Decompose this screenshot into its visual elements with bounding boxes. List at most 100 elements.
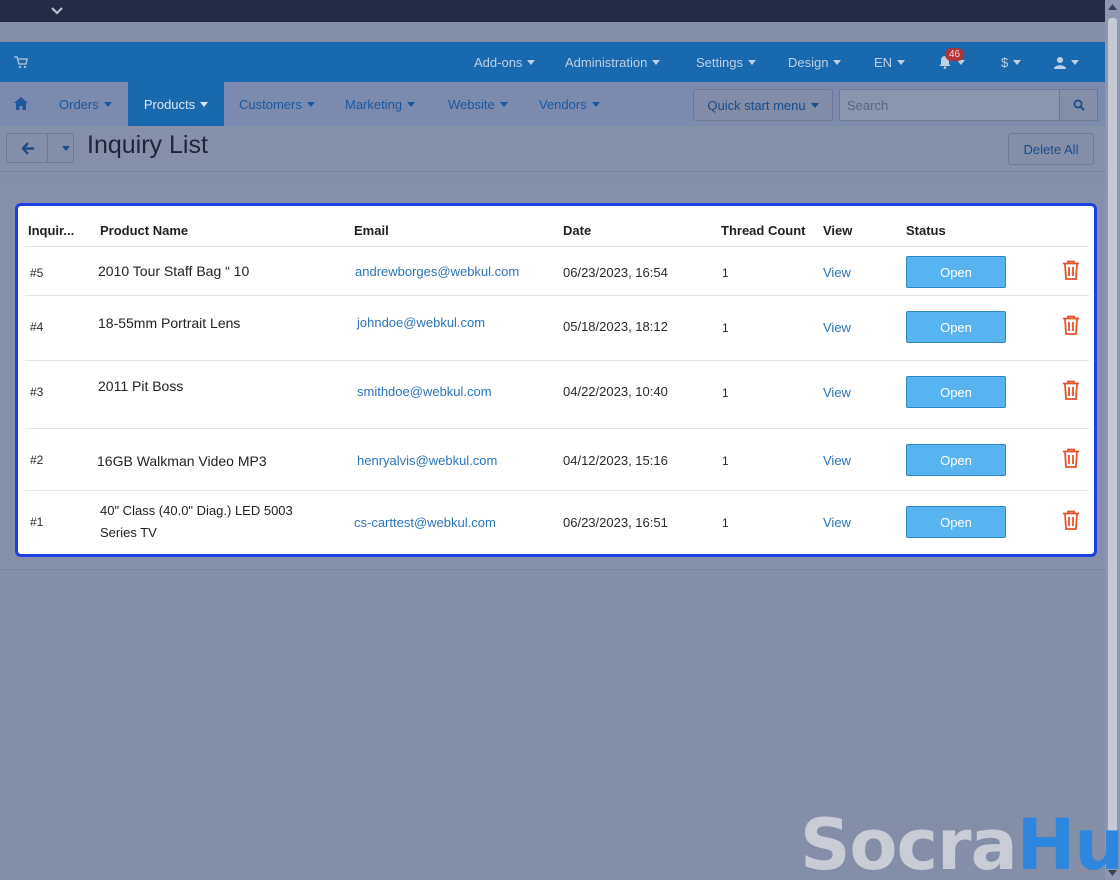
menu-language-label: EN	[874, 54, 893, 70]
divider	[47, 134, 48, 162]
thread-count: 1	[722, 266, 729, 280]
nav-products-label: Products	[143, 96, 196, 112]
search-button[interactable]	[1059, 89, 1098, 121]
col-header-status[interactable]: Status	[906, 223, 946, 238]
nav-customers[interactable]: Customers	[239, 82, 315, 126]
search-input[interactable]: Search	[839, 89, 1060, 121]
watermark-logo: SocraHub	[800, 805, 1120, 880]
nav-customers-label: Customers	[239, 96, 302, 112]
scroll-up-icon[interactable]	[1108, 3, 1117, 11]
divider	[25, 360, 1089, 361]
inquiry-id: #1	[30, 515, 44, 529]
status-open-button[interactable]: Open	[906, 506, 1006, 538]
cart-icon[interactable]	[14, 55, 28, 69]
inquiry-id: #4	[30, 320, 44, 334]
trash-icon[interactable]	[1062, 510, 1080, 530]
home-icon[interactable]	[14, 97, 28, 110]
trash-icon[interactable]	[1062, 448, 1080, 468]
back-button-group[interactable]	[6, 133, 74, 163]
menu-settings[interactable]: Settings	[696, 42, 756, 82]
menu-administration[interactable]: Administration	[565, 42, 661, 82]
delete-all-button[interactable]: Delete All	[1008, 133, 1094, 165]
view-link[interactable]: View	[823, 515, 851, 530]
inquiry-date: 06/23/2023, 16:51	[563, 515, 668, 530]
inquiry-date: 06/23/2023, 16:54	[563, 265, 668, 280]
thread-count: 1	[722, 454, 729, 468]
scrollbar-thumb[interactable]	[1108, 18, 1117, 838]
trash-icon[interactable]	[1062, 260, 1080, 280]
product-name: 2010 Tour Staff Bag “ 10	[98, 263, 250, 279]
view-link[interactable]: View	[823, 385, 851, 400]
chevron-down-icon[interactable]	[62, 146, 70, 151]
menu-language[interactable]: EN	[874, 42, 906, 82]
menu-addons-label: Add-ons	[474, 54, 523, 70]
watermark-part2: Hub	[1016, 804, 1120, 880]
view-link[interactable]: View	[823, 320, 851, 335]
menu-currency[interactable]: $	[1001, 42, 1022, 82]
trash-icon[interactable]	[1062, 315, 1080, 335]
inquiry-table: Inquir... Product Name Email Date Thread…	[15, 203, 1097, 557]
quick-start-label: Quick start menu	[707, 97, 806, 113]
nav-vendors[interactable]: Vendors	[539, 82, 600, 126]
view-link[interactable]: View	[823, 453, 851, 468]
currency-label: $	[1001, 54, 1009, 70]
user-menu[interactable]	[1054, 42, 1079, 82]
status-open-button[interactable]: Open	[906, 444, 1006, 476]
nav-marketing[interactable]: Marketing	[345, 82, 416, 126]
col-header-inquiry[interactable]: Inquir...	[28, 223, 74, 238]
email-link[interactable]: johndoe@webkul.com	[357, 315, 485, 330]
col-header-view[interactable]: View	[823, 223, 852, 238]
col-header-date[interactable]: Date	[563, 223, 591, 238]
quick-start-menu-button[interactable]: Quick start menu	[693, 89, 833, 121]
menu-administration-label: Administration	[565, 54, 648, 70]
thread-count: 1	[722, 386, 729, 400]
nav-orders[interactable]: Orders	[59, 82, 112, 126]
spacer	[0, 22, 1105, 42]
nav-products[interactable]: Products	[128, 82, 224, 126]
email-link[interactable]: henryalvis@webkul.com	[357, 453, 497, 468]
product-name: 16GB Walkman Video MP3	[97, 453, 267, 469]
nav-website[interactable]: Website	[448, 82, 508, 126]
inquiry-date: 04/12/2023, 15:16	[563, 453, 668, 468]
email-link[interactable]: cs-carttest@webkul.com	[354, 515, 496, 530]
browser-top-strip	[0, 0, 1105, 22]
thread-count: 1	[722, 321, 729, 335]
trash-icon[interactable]	[1062, 380, 1080, 400]
admin-topbar: Add-ons Administration Settings Design E…	[0, 42, 1105, 82]
col-header-product[interactable]: Product Name	[100, 223, 188, 238]
thread-count: 1	[722, 516, 729, 530]
user-icon	[1054, 56, 1066, 69]
inquiry-date: 04/22/2023, 10:40	[563, 384, 668, 399]
divider	[25, 295, 1089, 296]
menu-settings-label: Settings	[696, 54, 743, 70]
product-name: 40" Class (40.0" Diag.) LED 5003 Series …	[100, 503, 293, 540]
divider	[25, 428, 1089, 429]
menu-design[interactable]: Design	[788, 42, 842, 82]
page-title: Inquiry List	[87, 131, 208, 159]
menu-addons[interactable]: Add-ons	[474, 42, 536, 82]
view-link[interactable]: View	[823, 265, 851, 280]
inquiry-id: #3	[30, 385, 44, 399]
nav-marketing-label: Marketing	[345, 96, 403, 112]
product-name: 2011 Pit Boss	[98, 378, 184, 394]
status-open-button[interactable]: Open	[906, 311, 1006, 343]
email-link[interactable]: andrewborges@webkul.com	[355, 264, 519, 279]
nav-vendors-label: Vendors	[539, 96, 587, 112]
divider	[25, 246, 1089, 247]
divider	[25, 490, 1089, 491]
nav-website-label: Website	[448, 96, 495, 112]
menu-design-label: Design	[788, 54, 829, 70]
inquiry-id: #5	[30, 266, 44, 280]
arrow-left-icon[interactable]	[21, 142, 35, 155]
vertical-scrollbar[interactable]	[1105, 0, 1120, 880]
chevron-down-icon[interactable]	[50, 5, 64, 17]
status-open-button[interactable]: Open	[906, 256, 1006, 288]
col-header-email[interactable]: Email	[354, 223, 389, 238]
notifications-badge: 46	[945, 48, 965, 61]
search-placeholder: Search	[847, 97, 889, 113]
col-header-thread-count[interactable]: Thread Count	[721, 223, 806, 238]
status-open-button[interactable]: Open	[906, 376, 1006, 408]
email-link[interactable]: smithdoe@webkul.com	[357, 384, 492, 399]
nav-orders-label: Orders	[59, 96, 99, 112]
inquiry-date: 05/18/2023, 18:12	[563, 319, 668, 334]
